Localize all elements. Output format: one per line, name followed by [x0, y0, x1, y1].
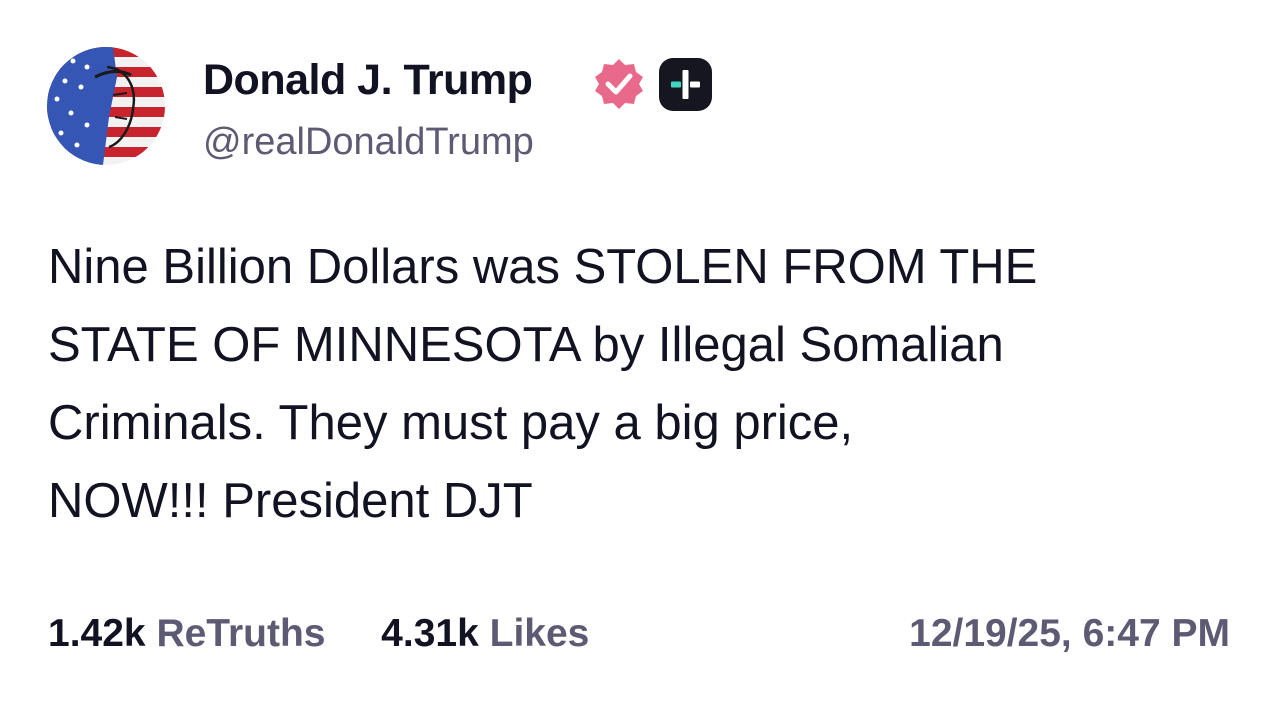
author-display-name[interactable]: Donald J. Trump: [203, 56, 533, 105]
retruths-label: ReTruths: [156, 612, 326, 655]
flag-face-avatar-icon: [47, 47, 165, 165]
retruths-count: 1.42k: [48, 612, 146, 655]
verified-badge-icon: [592, 57, 646, 111]
avatar[interactable]: [47, 47, 165, 165]
plus-badge-icon: [658, 57, 713, 112]
likes-count: 4.31k: [381, 612, 479, 655]
post-stats: 1.42k ReTruths 4.31k Likes: [48, 612, 589, 656]
truth-post-card: Donald J. Trump @realDonaldTrump Nine Bi…: [0, 0, 1280, 710]
author-handle[interactable]: @realDonaldTrump: [203, 121, 534, 164]
retruths-stat[interactable]: 1.42k ReTruths: [48, 612, 336, 655]
likes-stat[interactable]: 4.31k Likes: [370, 612, 589, 655]
post-body-text: Nine Billion Dollars was STOLEN FROM THE…: [48, 240, 1038, 528]
post-timestamp[interactable]: 12/19/25, 6:47 PM: [909, 612, 1230, 656]
likes-label: Likes: [489, 612, 590, 655]
